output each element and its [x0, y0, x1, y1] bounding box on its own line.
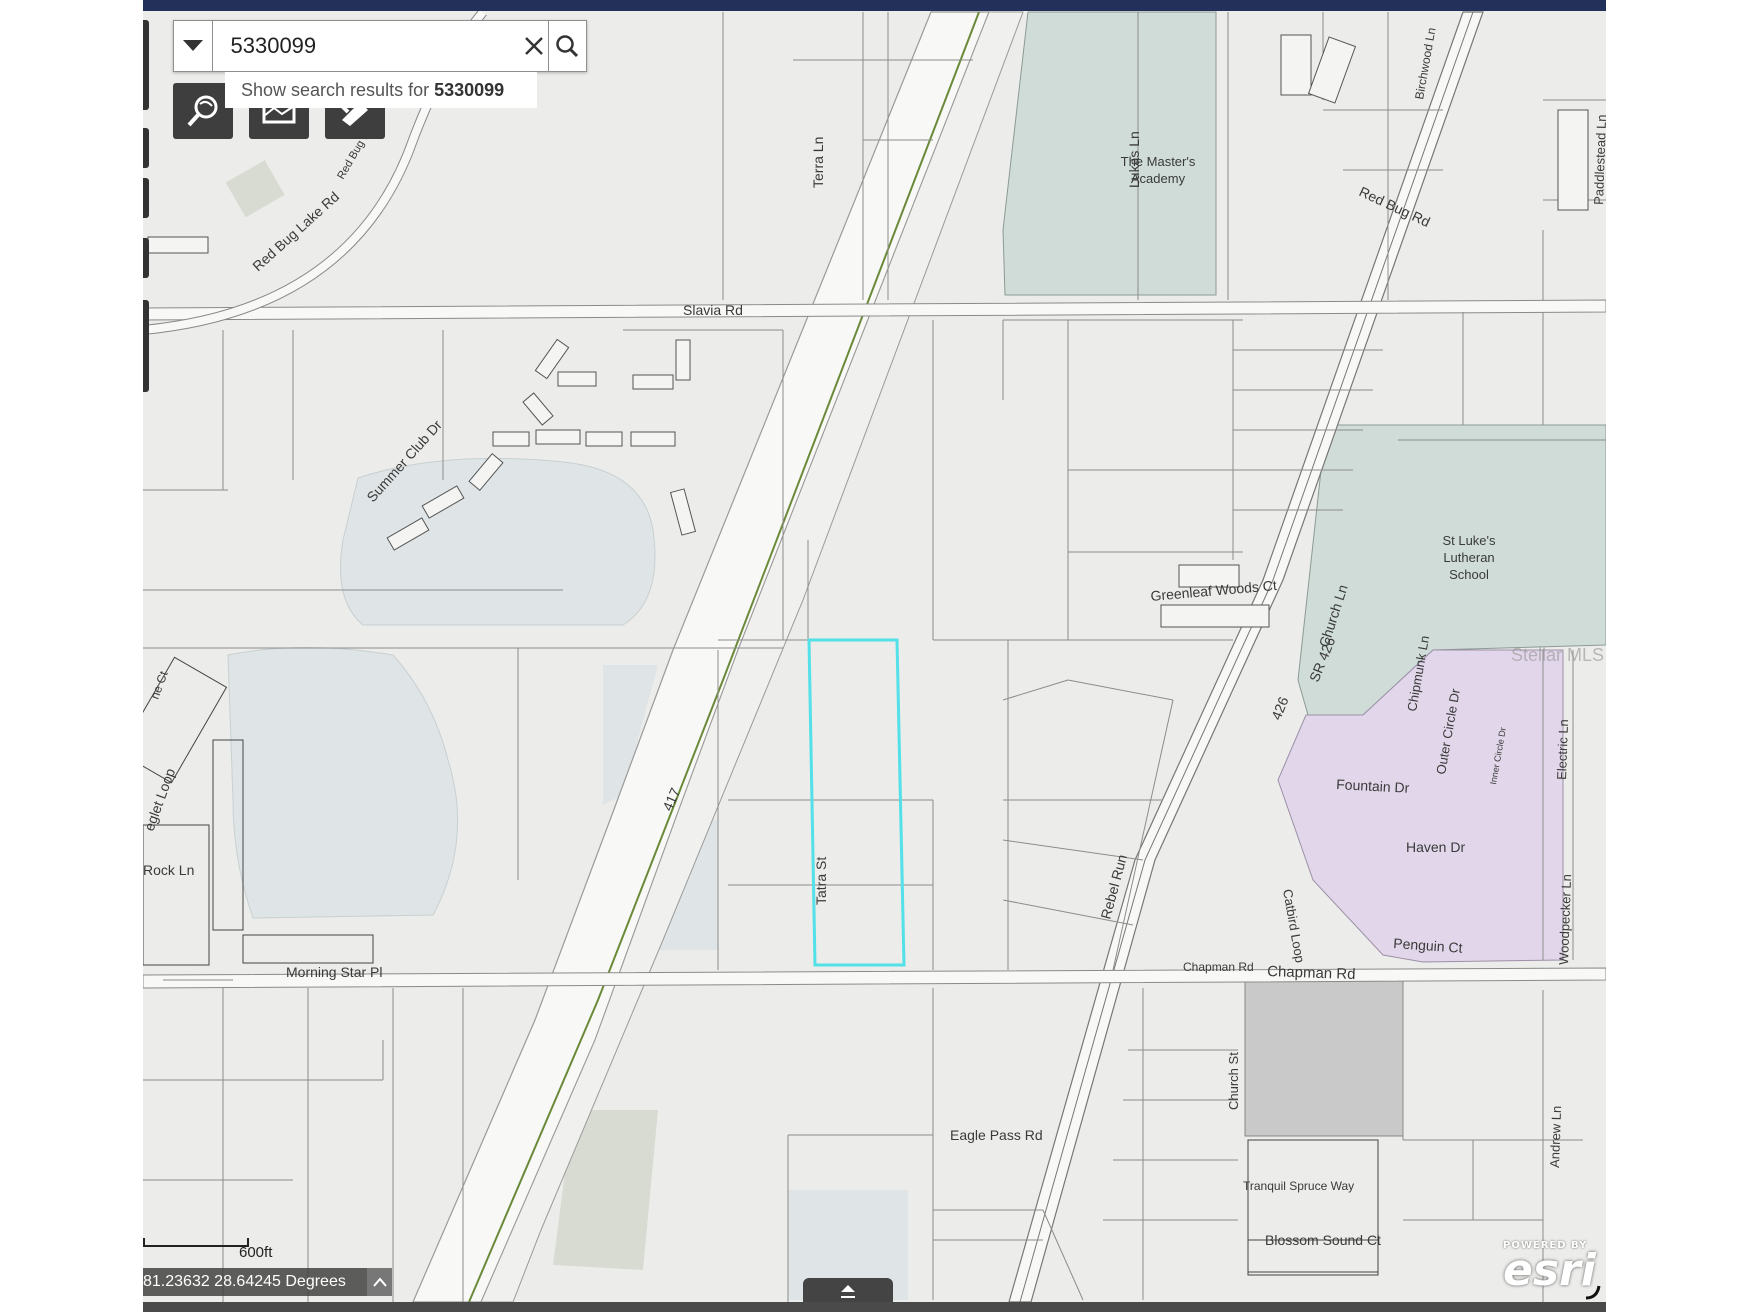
- label-chapman-rd-2: Chapman Rd: [1183, 960, 1254, 974]
- label-eagle-pass-rd: Eagle Pass Rd: [950, 1127, 1043, 1143]
- resize-handle-icon[interactable]: [1583, 1282, 1601, 1300]
- label-woodpecker-ln: Woodpecker Ln: [1556, 874, 1574, 965]
- label-andrew-ln: Andrew Ln: [1547, 1105, 1564, 1168]
- label-st-lukes-3: School: [1449, 567, 1489, 582]
- coordinate-text: 81.23632 28.64245 Degrees: [143, 1273, 346, 1290]
- coordinate-readout: 81.23632 28.64245 Degrees: [143, 1268, 391, 1296]
- search-source-dropdown[interactable]: [174, 21, 213, 71]
- label-church-st: Church St: [1226, 1052, 1241, 1110]
- chevron-up-icon: [372, 1277, 387, 1287]
- label-tranquil-spruce-way: Tranquil Spruce Way: [1243, 1179, 1354, 1193]
- label-tatra-st: Tatra St: [813, 857, 829, 905]
- expand-panel-tab[interactable]: [803, 1278, 893, 1304]
- side-panel-tab[interactable]: [143, 178, 149, 218]
- label-st-lukes-2: Lutheran: [1443, 550, 1494, 565]
- label-masters-academy-2: Academy: [1131, 171, 1186, 186]
- search-input[interactable]: [212, 21, 521, 71]
- search-icon: [556, 35, 579, 58]
- label-chapman-rd: Chapman Rd: [1267, 963, 1356, 983]
- map-view[interactable]: Slavia Rd Red Bug Lake Rd Red Bug Lak Re…: [143, 0, 1606, 1312]
- bottom-bar: [143, 1302, 1606, 1312]
- side-panel-tab[interactable]: [143, 128, 149, 168]
- label-morning-star-pl: Morning Star Pl: [286, 964, 382, 980]
- esri-wordmark: esri: [1503, 1245, 1596, 1296]
- identify-tool-button[interactable]: [173, 83, 233, 139]
- search-suggestion[interactable]: Show search results for 5330099: [225, 72, 537, 108]
- esri-logo: POWERED BY esri: [1503, 1240, 1596, 1296]
- clear-search-button[interactable]: [521, 21, 548, 71]
- suggestion-prefix: Show search results for: [241, 79, 430, 100]
- label-haven-dr: Haven Dr: [1406, 839, 1465, 855]
- side-panel-tab[interactable]: [143, 238, 149, 278]
- label-paddlestead-ln: Paddlestead Ln: [1591, 114, 1606, 205]
- side-panel-tab[interactable]: [143, 300, 149, 392]
- map-canvas[interactable]: Slavia Rd Red Bug Lake Rd Red Bug Lak Re…: [143, 0, 1606, 1312]
- coordinate-toggle-button[interactable]: [367, 1268, 392, 1296]
- chevron-down-icon: [182, 40, 203, 51]
- commercial-building: [1244, 977, 1404, 1137]
- label-slavia-rd: Slavia Rd: [683, 302, 743, 318]
- label-rock-ln: Rock Ln: [143, 862, 194, 878]
- label-st-lukes-1: St Luke's: [1442, 533, 1496, 548]
- label-terra-ln: Terra Ln: [810, 137, 826, 188]
- side-panel-tab[interactable]: [143, 20, 149, 110]
- label-blossom-sound-ct: Blossom Sound Ct: [1265, 1232, 1381, 1248]
- stellar-watermark: Stellar MLS: [1511, 645, 1605, 665]
- scale-bar: [143, 1238, 249, 1247]
- search-box: [173, 20, 587, 72]
- label-electric-ln: Electric Ln: [1554, 719, 1571, 780]
- search-button[interactable]: [547, 21, 587, 71]
- caret-up-icon: [841, 1285, 855, 1298]
- suggestion-term: 5330099: [434, 79, 505, 100]
- close-icon: [525, 37, 543, 55]
- label-masters-academy-1: The Master's: [1121, 154, 1196, 169]
- top-bar: [143, 0, 1606, 11]
- scale-label: 600ft: [239, 1244, 273, 1261]
- identify-search-icon: [187, 95, 218, 127]
